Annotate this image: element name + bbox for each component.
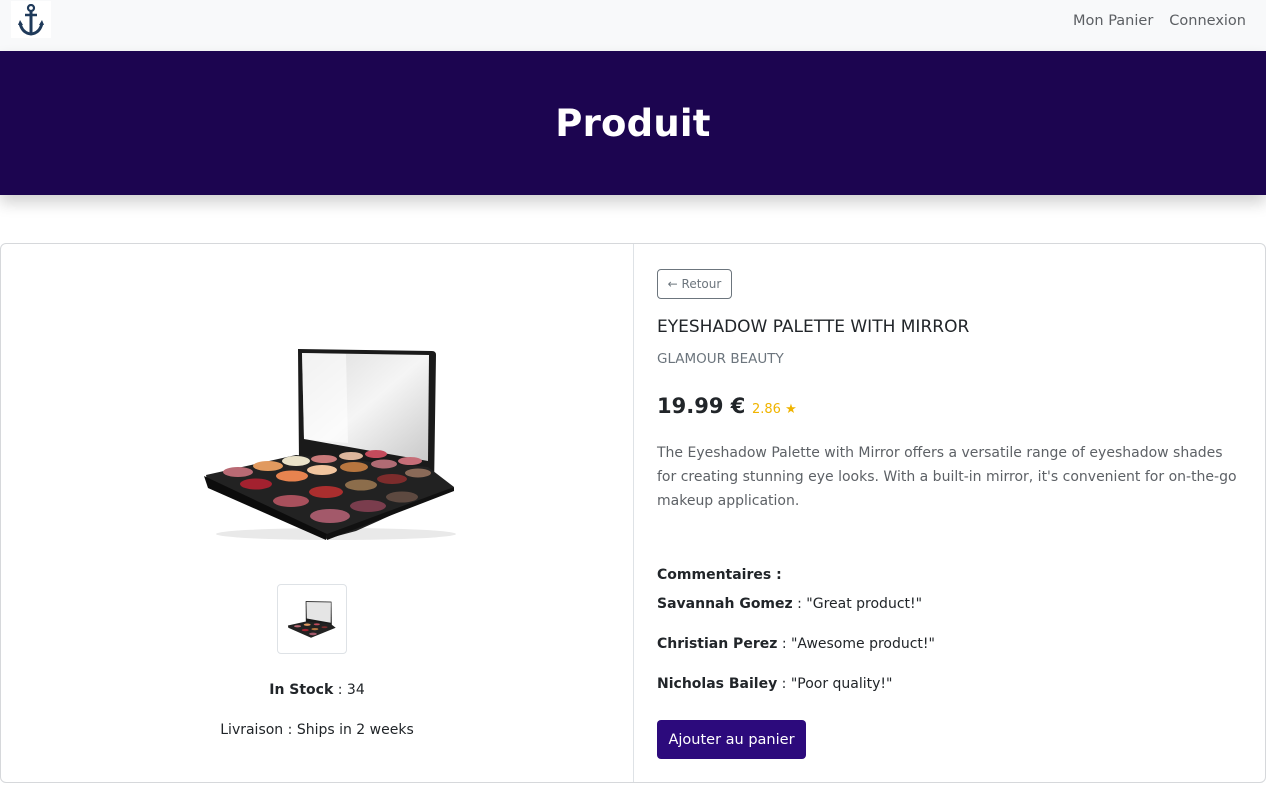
logo[interactable] — [11, 1, 51, 38]
product-price: 19.99 € — [657, 394, 746, 418]
comment-author: Christian Perez — [657, 636, 778, 652]
comment-author: Savannah Gomez — [657, 596, 793, 612]
anchor-icon — [18, 3, 44, 36]
nav-links: Mon Panier Connexion — [1073, 0, 1246, 41]
navbar: Mon Panier Connexion — [0, 0, 1266, 51]
comment-item: Nicholas Bailey : "Poor quality!" — [657, 676, 892, 692]
product-brand: GLAMOUR BEAUTY — [657, 351, 784, 367]
product-title: EYESHADOW PALETTE WITH MIRROR — [657, 317, 970, 337]
product-image — [204, 349, 456, 540]
comment-text: : "Poor quality!" — [777, 676, 893, 692]
product-rating: 2.86 ★ — [752, 402, 797, 417]
product-card: In Stock : 34 Livraison : Ships in 2 wee… — [0, 243, 1266, 783]
back-button[interactable]: ← Retour — [657, 269, 732, 299]
delivery-label: Livraison — [220, 722, 284, 738]
comment-item: Christian Perez : "Awesome product!" — [657, 636, 935, 652]
nav-link-login[interactable]: Connexion — [1169, 13, 1246, 29]
delivery-info: Livraison : Ships in 2 weeks — [1, 722, 633, 738]
thumbnail-image — [287, 601, 336, 638]
product-thumbnail[interactable] — [277, 584, 347, 654]
stock-info: In Stock : 34 — [1, 682, 633, 698]
add-to-cart-button[interactable]: Ajouter au panier — [657, 720, 806, 759]
column-divider — [633, 244, 634, 782]
comment-text: : "Awesome product!" — [777, 636, 935, 652]
stock-separator: : — [333, 682, 347, 698]
comment-text: : "Great product!" — [792, 596, 923, 612]
stock-value: 34 — [346, 682, 365, 698]
comment-author: Nicholas Bailey — [657, 676, 778, 692]
product-description: The Eyeshadow Palette with Mirror offers… — [657, 445, 1237, 509]
nav-link-cart[interactable]: Mon Panier — [1073, 13, 1153, 29]
delivery-separator: : — [283, 722, 297, 738]
hero-banner: Produit — [0, 51, 1266, 195]
delivery-value: Ships in 2 weeks — [296, 722, 414, 738]
page-title: Produit — [555, 101, 711, 145]
comment-item: Savannah Gomez : "Great product!" — [657, 596, 922, 612]
stock-label: In Stock — [269, 682, 334, 698]
comments-heading: Commentaires : — [657, 567, 782, 583]
